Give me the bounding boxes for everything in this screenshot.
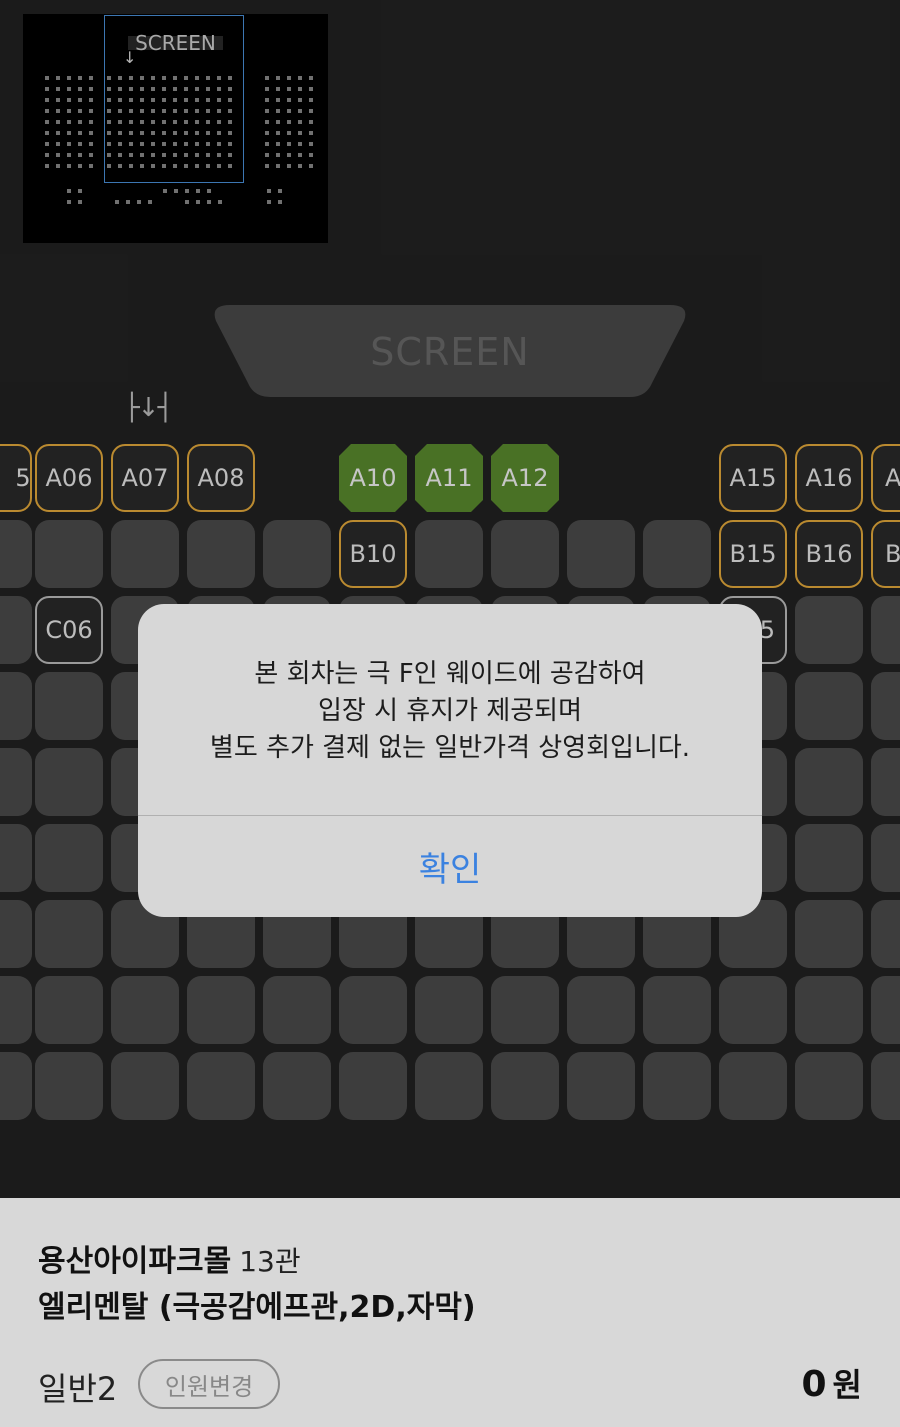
hall-name: 13관 <box>239 1245 301 1278</box>
price-unit: 원 <box>832 1366 862 1404</box>
change-people-button[interactable]: 인원변경 <box>138 1359 280 1409</box>
movie-title: 엘리멘탈 (극공감에프관,2D,자막) <box>38 1290 476 1325</box>
price-value: 0 <box>801 1364 827 1405</box>
dialog-message-line: 별도 추가 결제 없는 일반가격 상영회입니다. <box>209 733 691 763</box>
cinema-info: 용산아이파크몰 13관 <box>38 1236 301 1280</box>
dialog-message: 본 회차는 극 F인 웨이드에 공감하여 입장 시 휴지가 제공되며 별도 추가… <box>138 656 762 767</box>
person-type: 일반2 <box>38 1370 118 1408</box>
dialog-message-line: 입장 시 휴지가 제공되며 <box>318 696 582 726</box>
cinema-name: 용산아이파크몰 <box>38 1244 232 1279</box>
dialog-message-line: 본 회차는 극 F인 웨이드에 공감하여 <box>254 659 646 689</box>
booking-summary-panel: 용산아이파크몰 13관 엘리멘탈 (극공감에프관,2D,자막) 일반2 인원변경 … <box>0 1198 900 1427</box>
notice-dialog: 본 회차는 극 F인 웨이드에 공감하여 입장 시 휴지가 제공되며 별도 추가… <box>138 604 762 917</box>
modal-backdrop[interactable] <box>0 0 900 1198</box>
total-price: 0원 <box>801 1360 862 1406</box>
confirm-button[interactable]: 확인 <box>138 816 762 917</box>
